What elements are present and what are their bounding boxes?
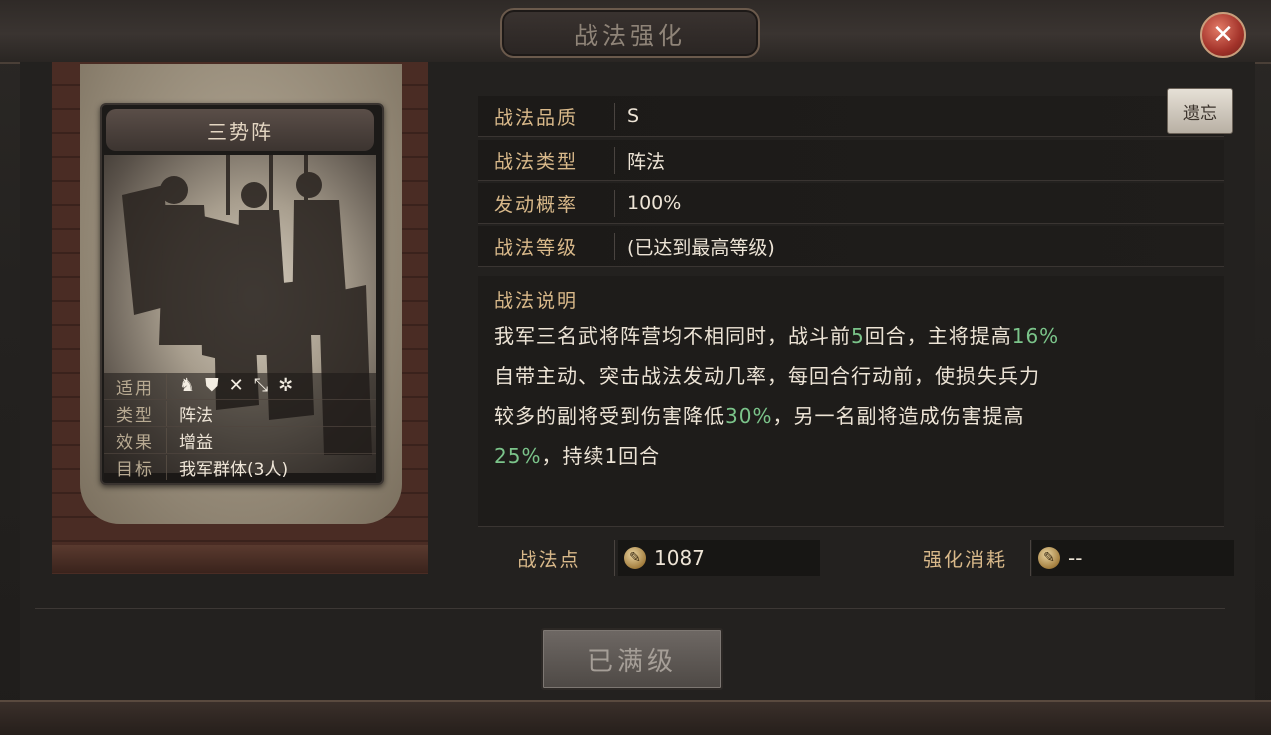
desc-highlight: 16% [1011,324,1060,348]
spear-icon: ⤡ [253,375,269,396]
rate-value: 100% [627,192,682,214]
window-title: 战法强化 [574,21,686,50]
prop-row-effect: 效果 增益 [104,427,376,454]
prop-value: 阵法 [179,405,213,426]
description-title: 战法说明 [494,290,579,312]
tactic-points-label: 战法点 [484,540,615,576]
tactic-points-field: ✎ 1087 [618,540,820,576]
info-label: 战法等级 [478,232,615,260]
prop-row-target: 目标 我军群体(3人) [104,454,376,480]
desc-highlight: 30% [725,404,773,428]
desc-text: ，另一名副将造成伤害提高 [772,404,1025,428]
card-properties: 适用 ♞ ⛊ ✕ ⤡ ✲ 类型 阵法 效果 增益 目标 我军群体(3人) [104,373,376,481]
prop-key: 目标 [104,454,167,480]
bow-icon: ✕ [228,375,244,396]
tactic-card: 三势阵 适用 ♞ ⛊ ✕ ⤡ ✲ 类型 阵法 效果 增益 目标 我军群体(3人) [100,103,384,485]
info-row-type: 战法类型 阵法 [478,140,1224,181]
coin-icon: ✎ [1038,547,1060,569]
prop-key: 类型 [104,400,167,426]
shield-icon: ⛊ [205,375,219,396]
upgrade-cost-value: -- [1068,546,1083,570]
desc-highlight: 5 [851,324,865,348]
prop-row-type: 类型 阵法 [104,400,376,427]
desc-text: 回合，主将提高 [864,324,1012,348]
max-level-button[interactable]: 已满级 [541,628,723,690]
card-title: 三势阵 [106,109,374,151]
description-line-4: 25%，持续1回合 [494,440,660,469]
close-icon: ✕ [1212,20,1234,50]
bottom-border [0,700,1271,735]
cavalry-icon: ♞ [179,375,196,396]
close-button[interactable]: ✕ [1200,12,1246,58]
level-value: (已达到最高等级) [627,236,775,259]
type-value: 阵法 [627,150,666,173]
description-box: 战法说明 我军三名武将阵营均不相同时，战斗前5回合，主将提高16% 自带主动、突… [478,276,1224,527]
coin-icon: ✎ [624,547,646,569]
info-label: 战法类型 [478,146,615,174]
description-line-2: 自带主动、突击战法发动几率，每回合行动前，使损失兵力 [494,364,1040,388]
desc-text: ，持续1回合 [541,444,661,468]
desc-highlight: 25% [494,444,542,468]
description-line-1: 我军三名武将阵营均不相同时，战斗前5回合，主将提高16% [494,320,1059,349]
title-bar: 战法强化 ✕ [0,0,1271,64]
wheel-icon: ✲ [278,375,294,396]
desc-text: 较多的副将受到伤害降低 [494,404,725,428]
description-line-3: 较多的副将受到伤害降低30%，另一名副将造成伤害提高 [494,400,1024,429]
title-plate: 战法强化 [500,8,760,58]
upgrade-cost-field: ✎ -- [1032,540,1234,576]
scroll-roller [52,545,428,573]
forget-button[interactable]: 遗忘 [1167,88,1233,134]
info-label: 战法品质 [478,102,615,130]
quality-value: S [627,105,640,127]
desc-text: 我军三名武将阵营均不相同时，战斗前 [494,324,851,348]
prop-value: 增益 [179,432,213,453]
tactic-points-value: 1087 [654,546,705,570]
troop-icons: ♞ ⛊ ✕ ⤡ ✲ [167,377,293,395]
upgrade-cost-label: 强化消耗 [900,540,1031,576]
divider [35,608,1225,609]
prop-key: 效果 [104,427,167,453]
info-row-rate: 发动概率 100% [478,183,1224,224]
info-label: 发动概率 [478,189,615,217]
prop-key: 适用 [104,373,167,399]
prop-value: 我军群体(3人) [179,459,289,480]
info-row-level: 战法等级 (已达到最高等级) [478,226,1224,267]
info-row-quality: 战法品质 S [478,96,1224,137]
prop-row-applicable: 适用 ♞ ⛊ ✕ ⤡ ✲ [104,373,376,400]
